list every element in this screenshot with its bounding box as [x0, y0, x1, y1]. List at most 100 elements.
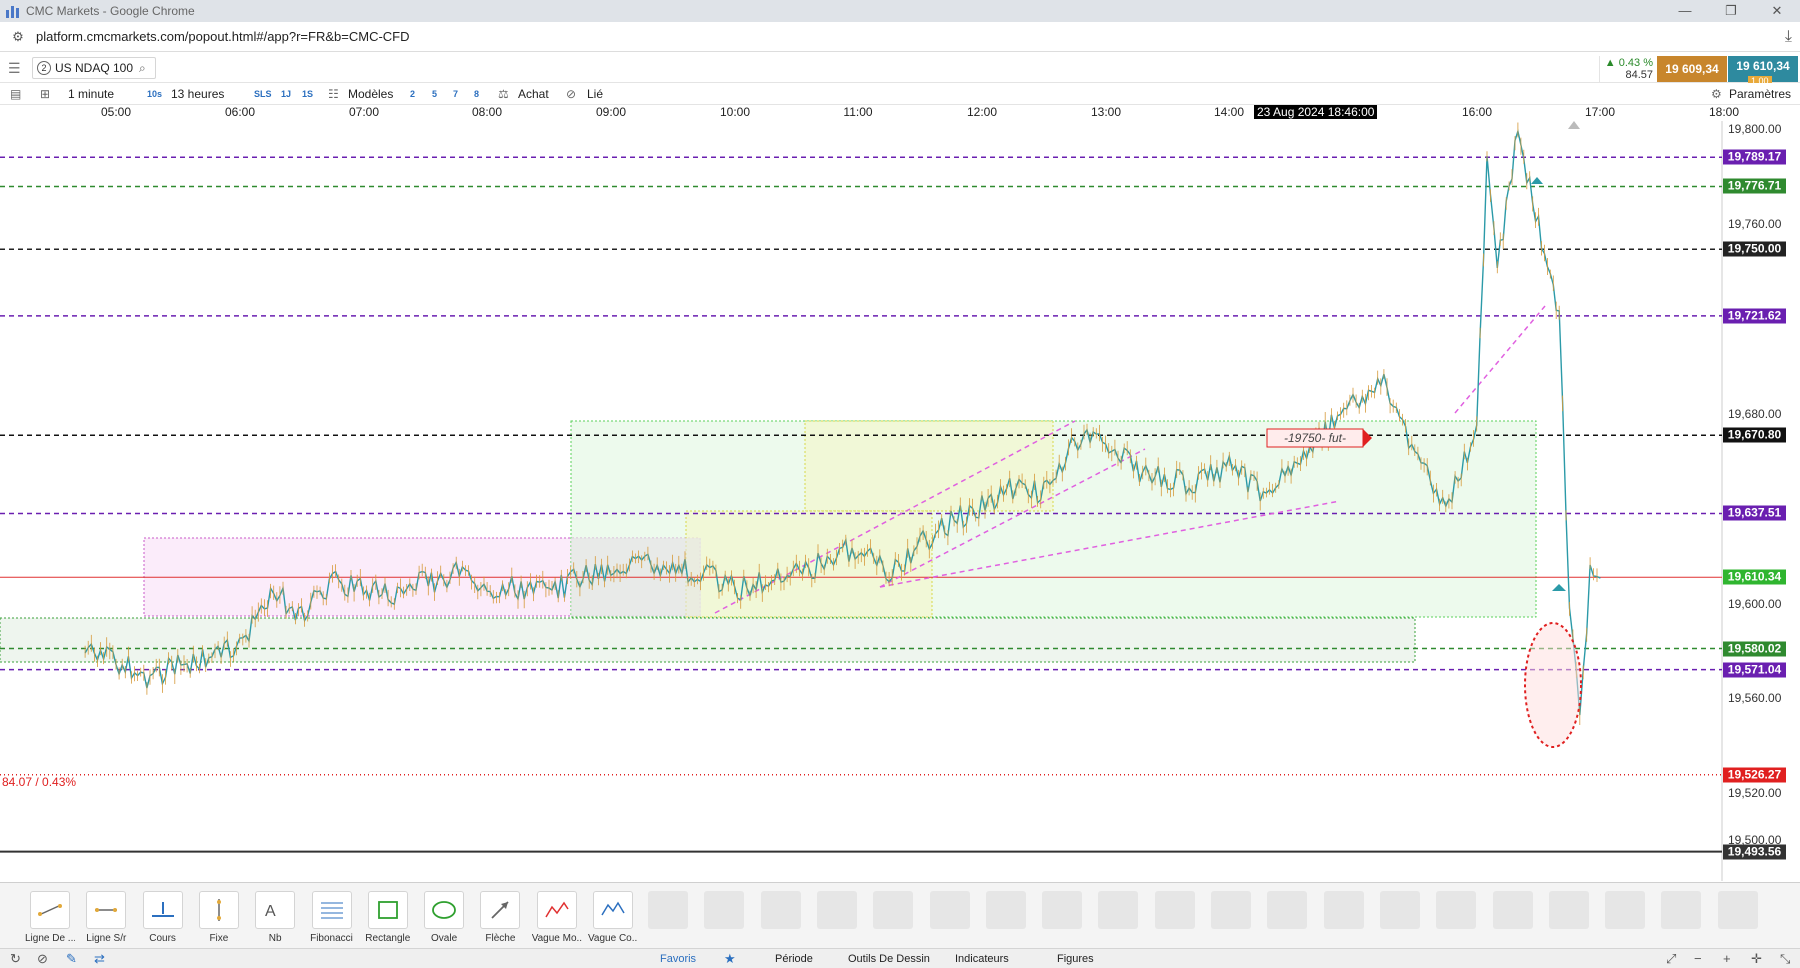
download-icon[interactable]: ⤓ [1785, 28, 1792, 46]
empty-tool-slot[interactable] [760, 891, 801, 929]
tab-periode[interactable]: Période [775, 951, 813, 967]
corrective-wave-icon[interactable] [593, 891, 633, 929]
magnet-icon[interactable]: ⇄ [94, 951, 105, 967]
buy-price-button[interactable]: 19 610,34 1.00 [1728, 56, 1798, 86]
sls-button[interactable]: SLS [254, 86, 272, 102]
zoom-in-icon[interactable]: + [1723, 951, 1731, 967]
highlight-oval [1524, 622, 1582, 748]
restore-icon[interactable]: ❐ [1708, 0, 1754, 22]
time-label: 11:00 [843, 105, 873, 119]
drawing-tool[interactable]: Fibonacci [307, 891, 357, 944]
empty-tool-slot[interactable] [1379, 891, 1420, 929]
drawing-tool[interactable]: A Nb [250, 891, 300, 944]
drawing-tool[interactable]: Vague Mo... [532, 891, 582, 944]
rectangle-icon[interactable] [367, 891, 408, 929]
tab-favoris[interactable]: Favoris [660, 951, 696, 967]
period-1j-button[interactable]: 1J [281, 86, 291, 102]
empty-tool-slot[interactable] [1605, 891, 1646, 929]
layout-8-button[interactable]: 8 [474, 86, 479, 102]
layout-7-button[interactable]: 7 [453, 86, 458, 102]
level-tag: 19,580.02 [1723, 641, 1786, 657]
search-icon[interactable]: ⌕ [139, 61, 146, 76]
close-icon[interactable]: ✕ [1754, 0, 1800, 22]
buy-chart-icon[interactable]: ⚖ [498, 86, 509, 102]
price-chart[interactable]: -19750- fut- 84.07 / 0.43% 19,800.00 19,… [0, 121, 1800, 881]
chart-list-icon[interactable]: ▤ [10, 86, 21, 102]
motive-wave-icon[interactable] [536, 891, 577, 929]
layout-grid-icon[interactable]: ⊞ [40, 86, 50, 102]
trend-line-icon[interactable] [30, 891, 70, 929]
empty-tool-slot[interactable] [648, 891, 688, 929]
cancel-icon[interactable]: ⊘ [37, 951, 48, 967]
price-line-icon[interactable] [142, 891, 183, 929]
drawing-tool[interactable]: Ligne De ... [25, 891, 75, 944]
tab-indicators[interactable]: Indicateurs [955, 951, 1009, 967]
level-tag: 19,571.04 [1723, 662, 1786, 678]
empty-tool-slot[interactable] [1042, 891, 1083, 929]
linked-button[interactable]: Lié [587, 86, 603, 102]
star-icon[interactable]: ★ [724, 951, 736, 967]
empty-tool-slot[interactable] [985, 891, 1026, 929]
url-text[interactable]: platform.cmcmarkets.com/popout.html#/app… [36, 29, 410, 44]
fit-icon[interactable]: ⤢ [1666, 951, 1676, 967]
empty-tool-slot[interactable] [1098, 891, 1139, 929]
drawing-tool[interactable]: Cours [138, 891, 188, 944]
expand-icon[interactable]: ⤡ [1780, 951, 1790, 967]
pencil-icon[interactable]: ✎ [66, 951, 77, 967]
oval-icon[interactable] [424, 891, 465, 929]
zoom-out-icon[interactable]: − [1694, 951, 1702, 967]
chart-toolbar: ▤ ⊞ 1 minute 10s 13 heures SLS 1J 1S ☷ M… [0, 83, 1800, 105]
empty-tool-slot[interactable] [1323, 891, 1364, 929]
tab-figures[interactable]: Figures [1057, 951, 1094, 967]
hamburger-menu-icon[interactable]: ☰ [8, 60, 21, 77]
timeframe-select[interactable]: 1 minute [68, 86, 114, 102]
layout-2-button[interactable]: 2 [410, 86, 415, 102]
sell-price-button[interactable]: 19 609,34 [1657, 56, 1727, 82]
empty-tool-slot[interactable] [1267, 891, 1308, 929]
fibonacci-icon[interactable] [311, 891, 352, 929]
empty-tool-slot[interactable] [1717, 891, 1758, 929]
link-icon[interactable]: ⊘ [566, 86, 576, 102]
bottom-tab-bar: ↻ ⊘ ✎ ⇄ Favoris ★ Période Outils De Dess… [0, 948, 1800, 968]
drawing-tool[interactable]: Ovale [419, 891, 469, 944]
fixed-line-icon[interactable] [198, 891, 239, 929]
empty-tool-slot[interactable] [1492, 891, 1533, 929]
empty-tool-slot[interactable] [816, 891, 857, 929]
models-icon[interactable]: ☷ [328, 86, 339, 102]
empty-tool-slot[interactable] [873, 891, 914, 929]
empty-tool-slot[interactable] [1548, 891, 1589, 929]
drawing-tool[interactable]: Fixe [194, 891, 244, 944]
empty-tool-slot[interactable] [1211, 891, 1251, 929]
alert-marker [1531, 177, 1543, 184]
buy-button[interactable]: Achat [518, 86, 549, 102]
empty-tool-slot[interactable] [1661, 891, 1702, 929]
settings-gear-icon[interactable]: ⚙ [1711, 86, 1722, 102]
level-tag: 19,670.80 [1723, 427, 1786, 443]
period-1s-button[interactable]: 1S [302, 86, 313, 102]
drawing-tool[interactable]: Rectangle [363, 891, 413, 944]
empty-tool-slot[interactable] [1436, 891, 1477, 929]
sr-line-icon[interactable] [86, 891, 127, 929]
settings-button[interactable]: Paramètres [1729, 86, 1791, 102]
duration-select[interactable]: 13 heures [171, 86, 224, 102]
refresh-icon[interactable]: ↻ [10, 951, 21, 967]
site-settings-icon[interactable]: ⚙ [10, 29, 26, 45]
time-label: 08:00 [471, 105, 503, 119]
tab-drawing-tools[interactable]: Outils De Dessin [848, 951, 930, 967]
empty-tool-slot[interactable] [704, 891, 745, 929]
empty-tool-slot[interactable] [929, 891, 970, 929]
drawing-tool[interactable]: Flèche [475, 891, 525, 944]
instrument-selector[interactable]: 2 US NDAQ 100 ⌕ [32, 57, 156, 79]
drawing-tool-label: Ovale [431, 933, 458, 944]
drawing-tool[interactable]: Ligne S/r [81, 891, 131, 944]
minimize-icon[interactable]: — [1662, 0, 1708, 22]
text-note-icon[interactable]: A [255, 891, 296, 929]
interval-10s-button[interactable]: 10s [147, 86, 162, 102]
models-button[interactable]: Modèles [348, 86, 393, 102]
layout-5-button[interactable]: 5 [432, 86, 437, 102]
chart-canvas[interactable]: -19750- fut- 84.07 / 0.43% [0, 121, 1800, 881]
arrow-icon[interactable] [480, 891, 521, 929]
drawing-tool[interactable]: Vague Co... [588, 891, 638, 944]
crosshair-icon[interactable]: ✛ [1751, 951, 1762, 967]
empty-tool-slot[interactable] [1154, 891, 1195, 929]
